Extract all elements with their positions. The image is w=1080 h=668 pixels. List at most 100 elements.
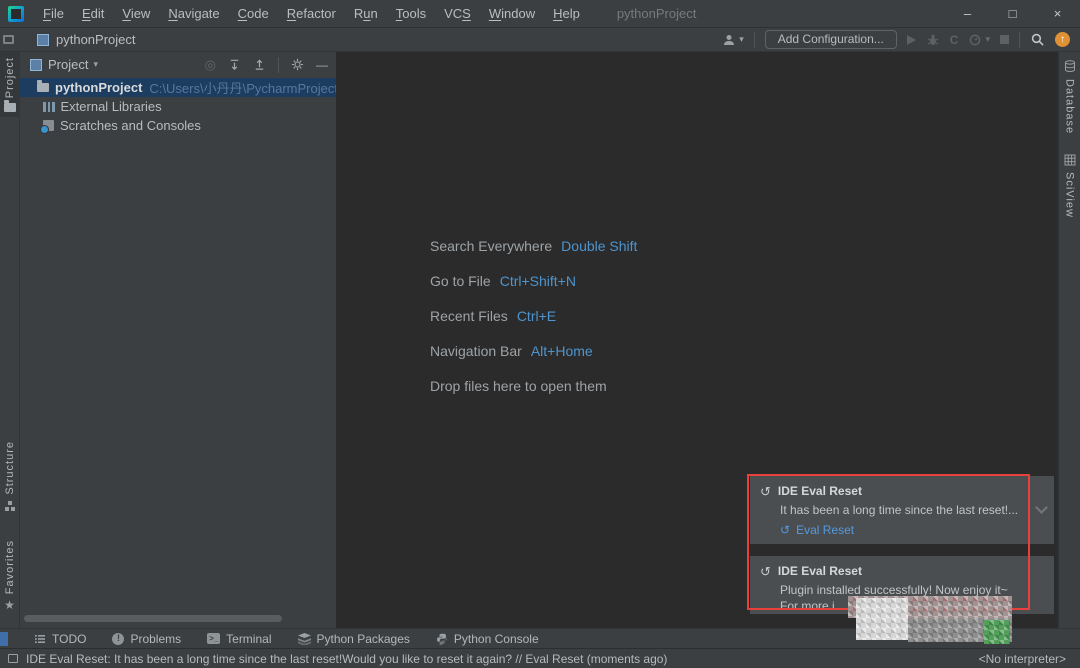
project-icon <box>37 34 49 46</box>
folder-icon <box>37 83 49 92</box>
hint-search-everywhere: Search Everywhere Double Shift <box>430 228 637 263</box>
tool-tab-python-console[interactable]: Python Console <box>436 632 539 646</box>
corner-accent <box>0 632 8 646</box>
database-tab-label: Database <box>1064 79 1076 134</box>
update-notification-icon[interactable]: ↑ <box>1055 32 1070 47</box>
sidebar-tab-sciview[interactable]: SciView <box>1064 154 1076 218</box>
sidebar-tab-favorites[interactable]: Favorites ★ <box>4 535 16 616</box>
menu-edit[interactable]: Edit <box>73 0 113 27</box>
profiler-group[interactable]: ▾ <box>968 33 990 47</box>
window-controls: – □ × <box>945 0 1080 28</box>
pycharm-logo-icon <box>8 6 24 22</box>
tree-item-label: pythonProject <box>55 80 142 95</box>
tool-tab-python-packages[interactable]: Python Packages <box>298 632 410 646</box>
hint-go-to-file: Go to File Ctrl+Shift+N <box>430 263 637 298</box>
left-tool-strip: Project Structure Favorites ★ <box>0 52 20 628</box>
project-tab-label: Project <box>4 57 16 98</box>
chevron-down-icon[interactable]: ▾ <box>93 59 98 70</box>
interpreter-selector[interactable]: <No interpreter> <box>979 652 1066 666</box>
scratches-icon <box>43 120 54 131</box>
tree-item-pythonproject[interactable]: pythonProject C:\Users\小丹丹\PycharmProjec… <box>20 78 336 97</box>
debug-bug-icon[interactable] <box>926 33 940 47</box>
tree-item-label: Scratches and Consoles <box>60 118 201 133</box>
main-toolbar: pythonProject ▾ Add Configuration... C ▾… <box>0 28 1080 52</box>
tool-tab-label: TODO <box>52 632 86 646</box>
title-bar: File Edit View Navigate Code Refactor Ru… <box>0 0 1080 28</box>
run-icon[interactable] <box>907 35 916 45</box>
close-button[interactable]: × <box>1035 0 1080 28</box>
pycharm-window: File Edit View Navigate Code Refactor Ru… <box>0 0 1080 668</box>
tool-tab-label: Python Packages <box>317 632 410 646</box>
tool-tab-problems[interactable]: ! Problems <box>112 632 181 646</box>
database-icon <box>1064 60 1076 73</box>
tool-tab-terminal[interactable]: >_ Terminal <box>207 632 271 646</box>
menu-code[interactable]: Code <box>229 0 278 27</box>
stop-icon[interactable] <box>1000 35 1009 44</box>
divider <box>754 32 755 48</box>
menu-tools[interactable]: Tools <box>387 0 435 27</box>
tree-item-scratches[interactable]: Scratches and Consoles <box>20 116 336 135</box>
right-tool-strip: Database SciView <box>1058 52 1080 628</box>
packages-layers-icon <box>298 633 311 645</box>
menu-bar: File Edit View Navigate Code Refactor Ru… <box>34 0 589 27</box>
tree-item-label: External Libraries <box>61 99 162 114</box>
maximize-button[interactable]: □ <box>990 0 1035 28</box>
sidebar-tab-database[interactable]: Database <box>1064 60 1076 134</box>
menu-navigate[interactable]: Navigate <box>159 0 228 27</box>
user-icon <box>722 33 736 47</box>
chevron-down-icon: ▾ <box>739 34 744 45</box>
status-bar: IDE Eval Reset: It has been a long time … <box>0 648 1080 668</box>
menu-view[interactable]: View <box>113 0 159 27</box>
hint-navigation-bar: Navigation Bar Alt+Home <box>430 333 637 368</box>
breadcrumb[interactable]: pythonProject <box>56 32 136 47</box>
keymap-hints: Search Everywhere Double Shift Go to Fil… <box>430 228 637 403</box>
menu-window[interactable]: Window <box>480 0 544 27</box>
hide-panel-icon[interactable]: — <box>316 59 328 71</box>
favorites-tab-label: Favorites <box>4 540 16 594</box>
menu-run[interactable]: Run <box>345 0 387 27</box>
menu-file[interactable]: File <box>34 0 73 27</box>
sidebar-tab-project[interactable]: Project <box>0 52 20 117</box>
panel-header-actions: ◎ — <box>205 57 328 73</box>
event-log-icon[interactable] <box>8 654 18 663</box>
status-message: IDE Eval Reset: It has been a long time … <box>26 652 667 666</box>
star-icon: ★ <box>4 599 15 611</box>
structure-icon <box>4 500 16 512</box>
user-menu[interactable]: ▾ <box>722 33 744 47</box>
toolbar-actions: ▾ Add Configuration... C ▾ ↑ <box>722 30 1080 49</box>
project-panel: Project ▾ ◎ — pythonProject C:\Users\小丹丹… <box>20 52 337 628</box>
project-view-selector[interactable]: Project <box>48 57 88 72</box>
libraries-icon <box>43 102 55 112</box>
tool-tab-label: Terminal <box>226 632 271 646</box>
add-configuration-button[interactable]: Add Configuration... <box>765 30 897 49</box>
folder-icon <box>4 103 16 112</box>
gear-icon[interactable] <box>291 58 304 71</box>
menu-vcs[interactable]: VCS <box>435 0 480 27</box>
editor-area: Search Everywhere Double Shift Go to Fil… <box>338 52 1058 628</box>
window-title: pythonProject <box>617 6 697 21</box>
search-icon[interactable] <box>1030 32 1045 47</box>
project-icon <box>30 59 42 71</box>
censored-mosaic <box>848 596 1014 646</box>
collapse-all-icon[interactable] <box>253 58 266 71</box>
menu-help[interactable]: Help <box>544 0 589 27</box>
sciview-tab-label: SciView <box>1064 172 1076 218</box>
tree-item-external-libraries[interactable]: External Libraries <box>20 97 336 116</box>
structure-tab-label: Structure <box>4 441 16 495</box>
hint-recent-files: Recent Files Ctrl+E <box>430 298 637 333</box>
tool-tab-label: Python Console <box>454 632 539 646</box>
todo-list-icon <box>34 633 46 645</box>
terminal-icon: >_ <box>207 633 220 644</box>
menu-refactor[interactable]: Refactor <box>278 0 345 27</box>
tool-tab-todo[interactable]: TODO <box>34 632 86 646</box>
locate-file-icon[interactable]: ◎ <box>205 58 216 71</box>
problems-icon: ! <box>112 633 124 645</box>
expand-all-icon[interactable] <box>228 58 241 71</box>
horizontal-scrollbar[interactable] <box>24 615 282 622</box>
tree-item-path: C:\Users\小丹丹\PycharmProjects\py <box>149 78 336 97</box>
coverage-icon[interactable]: C <box>950 33 959 47</box>
minimize-button[interactable]: – <box>945 0 990 28</box>
divider <box>278 57 279 73</box>
tool-window-switcher-icon[interactable] <box>3 35 14 44</box>
sidebar-tab-structure[interactable]: Structure <box>4 436 16 517</box>
